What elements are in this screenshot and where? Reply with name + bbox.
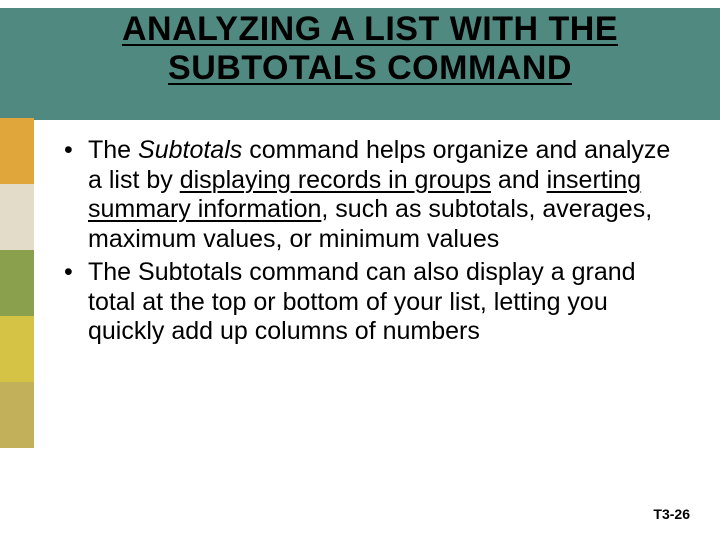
accent-block xyxy=(0,118,34,184)
bullet-text: The Subtotals command can also display a… xyxy=(88,258,676,347)
bullet-item: •The Subtotals command can also display … xyxy=(64,258,676,347)
bullet-item: •The Subtotals command helps organize an… xyxy=(64,136,676,254)
page-number: T3-26 xyxy=(653,506,690,522)
bullet-mark: • xyxy=(64,136,88,254)
accent-block xyxy=(0,250,34,316)
slide-title-text: ANALYZING A LIST WITH THE SUBTOTALS COMM… xyxy=(122,10,618,87)
bullet-text: The Subtotals command helps organize and… xyxy=(88,136,676,254)
accent-block xyxy=(0,382,34,448)
bullet-mark: • xyxy=(64,258,88,347)
slide: ANALYZING A LIST WITH THE SUBTOTALS COMM… xyxy=(0,0,720,540)
slide-title: ANALYZING A LIST WITH THE SUBTOTALS COMM… xyxy=(60,10,680,88)
accent-block xyxy=(0,184,34,250)
body-text: •The Subtotals command helps organize an… xyxy=(64,136,676,351)
accent-block xyxy=(0,316,34,382)
sidebar-accent xyxy=(0,118,34,448)
